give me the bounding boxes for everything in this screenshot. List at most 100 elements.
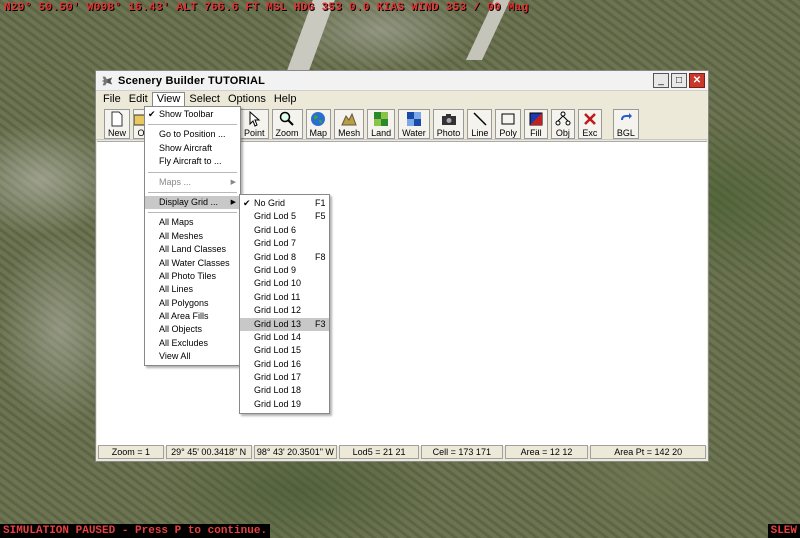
- tool-label: Fill: [530, 128, 542, 138]
- menu-item-show-toolbar[interactable]: ✔ Show Toolbar: [145, 108, 240, 121]
- status-longitude: 98° 43' 20.3501" W: [253, 445, 338, 459]
- menu-item-view-all[interactable]: View All: [145, 350, 240, 363]
- grid-item-lod-5[interactable]: Grid Lod 5 F5: [240, 210, 329, 223]
- menu-item-label: Grid Lod 5: [254, 211, 297, 222]
- grid-item-lod-16[interactable]: Grid Lod 16: [240, 358, 329, 371]
- status-cell: Cell = 173 171: [420, 445, 503, 459]
- airplane-icon: [101, 76, 113, 85]
- menu-item-all-photo-tiles[interactable]: All Photo Tiles: [145, 270, 240, 283]
- menu-item-all-objects[interactable]: All Objects: [145, 323, 240, 336]
- status-area: Area = 12 12: [504, 445, 589, 459]
- grid-item-lod-11[interactable]: Grid Lod 11: [240, 291, 329, 304]
- grid-item-lod-14[interactable]: Grid Lod 14: [240, 331, 329, 344]
- menu-edit[interactable]: Edit: [125, 92, 152, 107]
- tool-bgl-button[interactable]: BGL: [612, 109, 639, 139]
- menu-item-label: Grid Lod 7: [254, 238, 297, 249]
- tool-exc-button[interactable]: Exc: [577, 109, 602, 139]
- line-icon: [473, 112, 487, 126]
- close-button[interactable]: ✕: [689, 73, 705, 88]
- tool-poly-button[interactable]: Poly: [495, 109, 521, 139]
- menu-item-label: Display Grid ...: [159, 196, 219, 207]
- title-bar[interactable]: Scenery Builder TUTORIAL _ □ ✕: [96, 71, 708, 91]
- shortcut-key: F1: [315, 198, 326, 208]
- menu-item-all-area-fills[interactable]: All Area Fills: [145, 310, 240, 323]
- grid-item-lod-15[interactable]: Grid Lod 15: [240, 344, 329, 357]
- grid-item-no-grid[interactable]: ✔ No Grid F1: [240, 197, 329, 210]
- menu-select[interactable]: Select: [185, 92, 224, 107]
- menu-separator: [148, 124, 237, 126]
- menu-item-label: Grid Lod 9: [254, 264, 297, 275]
- status-zoom: Zoom = 1: [98, 445, 164, 459]
- menu-item-label: Show Toolbar: [159, 109, 214, 119]
- tool-line-button[interactable]: Line: [467, 109, 493, 139]
- tool-label: Land: [371, 128, 392, 138]
- menu-item-all-lines[interactable]: All Lines: [145, 283, 240, 296]
- shortcut-key: F8: [315, 251, 326, 262]
- menu-file[interactable]: File: [99, 92, 125, 107]
- menu-bar: File Edit View Select Options Help: [96, 92, 708, 107]
- grid-item-lod-9[interactable]: Grid Lod 9: [240, 264, 329, 277]
- menu-options[interactable]: Options: [224, 92, 270, 107]
- menu-item-label: Grid Lod 18: [254, 385, 302, 396]
- object-icon: [555, 111, 571, 126]
- grid-item-lod-6[interactable]: Grid Lod 6: [240, 224, 329, 237]
- tool-photo-button[interactable]: Photo: [432, 109, 465, 139]
- tool-water-button[interactable]: Water: [398, 109, 430, 139]
- menu-item-go-to-position[interactable]: Go to Position ...: [145, 128, 240, 141]
- menu-item-label: Grid Lod 14: [254, 331, 302, 342]
- tool-zoom-button[interactable]: Zoom: [271, 109, 303, 139]
- window-title: Scenery Builder TUTORIAL: [118, 74, 266, 87]
- minimize-button[interactable]: _: [653, 73, 669, 88]
- submenu-arrow-icon: ▶: [230, 198, 236, 206]
- grid-item-lod-7[interactable]: Grid Lod 7: [240, 237, 329, 250]
- globe-icon: [311, 112, 326, 126]
- simulation-paused-banner: SIMULATION PAUSED - Press P to continue.: [0, 524, 271, 538]
- sim-hud-readout: N29° 50.50' W098° 16.43' ALT 766.6 FT MS…: [4, 2, 529, 14]
- slew-indicator: SLEW: [767, 524, 800, 538]
- tool-land-button[interactable]: Land: [367, 109, 396, 139]
- menu-item-show-aircraft[interactable]: Show Aircraft: [145, 142, 240, 155]
- grid-item-lod-12[interactable]: Grid Lod 12: [240, 304, 329, 317]
- grid-item-lod-17[interactable]: Grid Lod 17: [240, 371, 329, 384]
- tool-new-button[interactable]: New: [104, 109, 131, 139]
- menu-separator: [148, 171, 237, 173]
- menu-item-all-maps[interactable]: All Maps: [145, 216, 240, 229]
- water-icon: [406, 112, 421, 126]
- status-lod: Lod5 = 21 21: [339, 445, 419, 459]
- menu-item-fly-aircraft-to[interactable]: Fly Aircraft to ...: [145, 155, 240, 168]
- menu-item-maps: Maps ... ▶: [145, 176, 240, 189]
- menu-item-all-excludes[interactable]: All Excludes: [145, 337, 240, 350]
- menu-item-display-grid[interactable]: Display Grid ... ▶: [145, 195, 240, 210]
- tool-point-button[interactable]: Point: [240, 109, 269, 139]
- grid-item-lod-19[interactable]: Grid Lod 19: [240, 398, 329, 411]
- magnifier-icon: [279, 111, 294, 126]
- grid-item-lod-18[interactable]: Grid Lod 18: [240, 384, 329, 397]
- menu-item-all-meshes[interactable]: All Meshes: [145, 230, 240, 243]
- shortcut-key: F3: [315, 318, 326, 329]
- tool-map-button[interactable]: Map: [305, 109, 332, 139]
- view-menu-dropdown: ✔ Show Toolbar Go to Position ... Show A…: [144, 106, 241, 366]
- mesh-icon: [341, 112, 357, 126]
- menu-help[interactable]: Help: [270, 92, 301, 107]
- window-controls: _ □ ✕: [653, 73, 705, 88]
- tool-mesh-button[interactable]: Mesh: [334, 109, 365, 139]
- menu-item-all-water-classes[interactable]: All Water Classes: [145, 257, 240, 270]
- grid-item-lod-10[interactable]: Grid Lod 10: [240, 277, 329, 290]
- shortcut-key: F5: [315, 211, 326, 222]
- menu-separator: [148, 212, 237, 214]
- camera-icon: [441, 114, 456, 125]
- status-latitude: 29° 45' 00.3418" N: [165, 445, 252, 459]
- tool-label: New: [108, 128, 127, 138]
- menu-item-all-polygons[interactable]: All Polygons: [145, 297, 240, 310]
- menu-view[interactable]: View: [151, 92, 186, 107]
- tool-obj-button[interactable]: Obj: [550, 109, 575, 139]
- grid-submenu: ✔ No Grid F1 Grid Lod 5 F5 Grid Lod 6 Gr…: [239, 194, 330, 415]
- tool-label: Map: [309, 128, 328, 138]
- maximize-button[interactable]: □: [671, 73, 687, 88]
- grid-item-lod-13[interactable]: Grid Lod 13 F3: [240, 317, 329, 331]
- menu-item-label: No Grid: [254, 198, 286, 208]
- tool-fill-button[interactable]: Fill: [523, 109, 548, 139]
- polygon-icon: [501, 113, 515, 125]
- grid-item-lod-8[interactable]: Grid Lod 8 F8: [240, 251, 329, 264]
- menu-item-all-land-classes[interactable]: All Land Classes: [145, 243, 240, 256]
